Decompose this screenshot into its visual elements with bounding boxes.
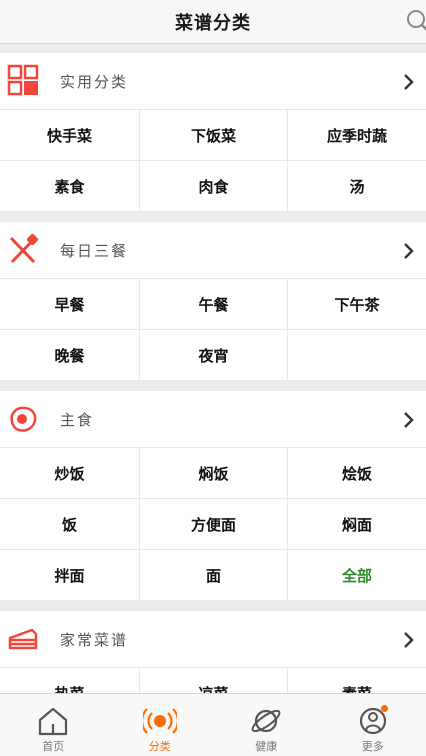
section-header-practical[interactable]: 实用分类 [0, 53, 426, 110]
category-item[interactable]: 素食 [0, 161, 140, 212]
section-practical: 实用分类 快手菜 下饭菜 应季时蔬 素食 肉食 汤 [0, 53, 426, 212]
home-icon [36, 706, 70, 736]
category-item[interactable]: 应季时蔬 [288, 110, 426, 161]
category-item[interactable]: 晚餐 [0, 330, 140, 381]
planet-icon [249, 706, 283, 736]
tab-label: 分类 [148, 740, 171, 753]
tab-label: 健康 [255, 740, 278, 753]
category-item[interactable]: 热菜 [0, 668, 140, 693]
section-home-recipes: 家常菜谱 热菜 凉菜 素菜 [0, 611, 426, 693]
chevron-right-icon[interactable] [402, 71, 416, 93]
bottom-tab-bar: 首页 分类 健康 更多 [0, 693, 426, 756]
category-list[interactable]: 实用分类 快手菜 下饭菜 应季时蔬 素食 肉食 汤 每日三餐 早餐 午餐 下午茶… [0, 53, 426, 693]
category-item[interactable]: 下饭菜 [140, 110, 288, 161]
category-item[interactable]: 汤 [288, 161, 426, 212]
category-empty-cell [288, 330, 426, 381]
category-item[interactable]: 面 [140, 550, 288, 601]
category-item[interactable]: 素菜 [288, 668, 426, 694]
category-item[interactable]: 凉菜 [140, 668, 288, 693]
search-icon[interactable] [404, 7, 426, 35]
category-item[interactable]: 夜宵 [140, 330, 288, 381]
category-item[interactable]: 肉食 [140, 161, 288, 212]
category-item[interactable]: 拌面 [0, 550, 140, 601]
section-header-home-recipes[interactable]: 家常菜谱 [0, 611, 426, 668]
chevron-right-icon[interactable] [402, 240, 416, 262]
section-title: 家常菜谱 [60, 630, 129, 649]
tab-home[interactable]: 首页 [0, 694, 107, 756]
category-grid: 早餐 午餐 下午茶 晚餐 夜宵 [0, 279, 426, 381]
tab-label: 更多 [361, 740, 384, 753]
category-item[interactable]: 烩饭 [288, 448, 426, 499]
cake-icon [6, 622, 40, 656]
category-item[interactable]: 饭 [0, 499, 140, 550]
page-title: 菜谱分类 [175, 12, 251, 34]
category-item[interactable]: 焖饭 [140, 448, 288, 499]
section-header-staple-food[interactable]: 主食 [0, 391, 426, 448]
category-item[interactable]: 早餐 [0, 279, 140, 330]
fork-knife-icon [6, 233, 40, 267]
category-item[interactable]: 下午茶 [288, 279, 426, 330]
tab-health[interactable]: 健康 [213, 694, 320, 756]
section-title: 每日三餐 [60, 241, 129, 260]
tab-more[interactable]: 更多 [320, 694, 426, 756]
section-title: 主食 [60, 410, 95, 429]
chevron-right-icon[interactable] [402, 629, 416, 651]
category-grid: 热菜 凉菜 素菜 [0, 668, 426, 693]
category-grid: 炒饭 焖饭 烩饭 饭 方便面 焖面 拌面 面 全部 [0, 448, 426, 601]
tab-label: 首页 [42, 740, 65, 753]
chevron-right-icon[interactable] [402, 409, 416, 431]
top-nav-bar: 菜谱分类 [0, 0, 426, 44]
category-item[interactable]: 炒饭 [0, 448, 140, 499]
notification-dot [381, 705, 388, 712]
section-title: 实用分类 [60, 72, 129, 91]
all-categories-link[interactable]: 全部 [288, 550, 426, 601]
section-header-daily-meals[interactable]: 每日三餐 [0, 222, 426, 279]
broadcast-icon [142, 706, 177, 736]
fried-egg-icon [6, 402, 40, 436]
category-item[interactable]: 快手菜 [0, 110, 140, 161]
category-grid: 快手菜 下饭菜 应季时蔬 素食 肉食 汤 [0, 110, 426, 212]
section-daily-meals: 每日三餐 早餐 午餐 下午茶 晚餐 夜宵 [0, 222, 426, 381]
tab-category[interactable]: 分类 [107, 694, 214, 756]
category-item[interactable]: 焖面 [288, 499, 426, 550]
category-item[interactable]: 方便面 [140, 499, 288, 550]
category-item[interactable]: 午餐 [140, 279, 288, 330]
grid-icon [6, 64, 40, 98]
section-staple-food: 主食 炒饭 焖饭 烩饭 饭 方便面 焖面 拌面 面 全部 [0, 391, 426, 601]
